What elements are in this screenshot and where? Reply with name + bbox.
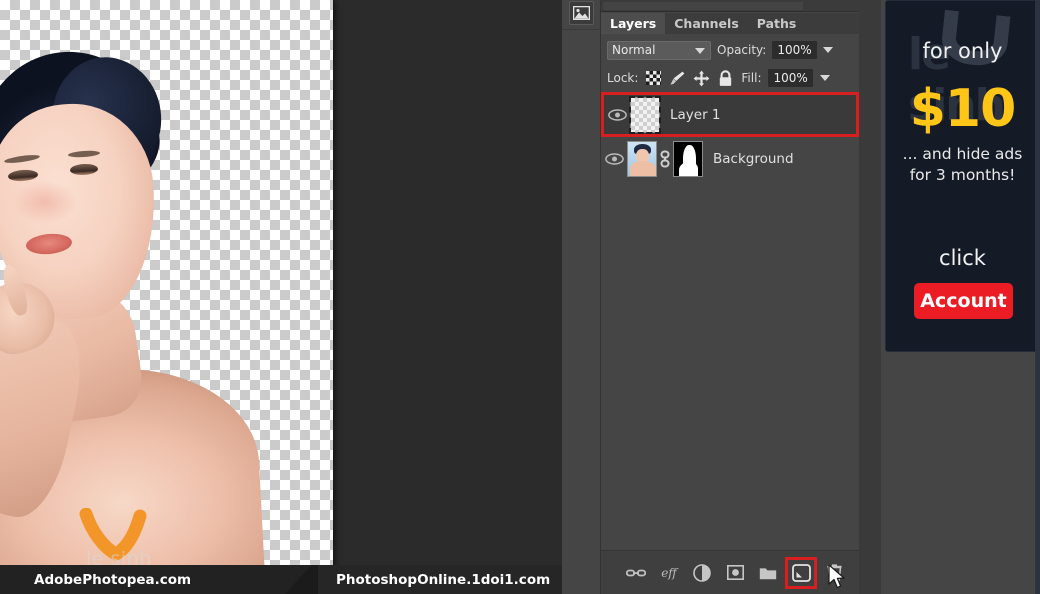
folder-icon xyxy=(759,567,777,579)
tab-layers[interactable]: Layers xyxy=(601,13,666,34)
eye-icon xyxy=(607,108,627,121)
adjustment-layer-button[interactable] xyxy=(691,562,713,584)
dock-tool-strip xyxy=(562,0,601,594)
subject-cheek xyxy=(12,180,78,224)
ad-line-2: ... and hide ads for 3 months! xyxy=(886,144,1039,186)
chevron-down-icon xyxy=(695,47,705,54)
tab-channels[interactable]: Channels xyxy=(665,13,748,34)
layer-thumbnail[interactable] xyxy=(629,95,661,134)
panel-tab-bar: Layers Channels Paths xyxy=(601,13,859,34)
layer-mask-thumbnail[interactable] xyxy=(673,141,703,177)
ad-click-label: click xyxy=(939,246,986,270)
layers-panel: Layers Channels Paths Normal Opacity: 10… xyxy=(601,0,859,594)
mask-shape-body xyxy=(679,162,698,176)
ad-price: $10 xyxy=(909,79,1017,139)
padlock-glyph xyxy=(720,69,732,86)
layer-visibility-toggle[interactable] xyxy=(601,137,627,181)
mask-icon xyxy=(726,565,744,580)
layers-footer-toolbar: eff xyxy=(601,550,859,594)
half-circle-icon xyxy=(693,563,711,582)
blend-mode-row: Normal Opacity: 100% xyxy=(601,38,859,62)
move-lock-icon[interactable] xyxy=(693,70,710,87)
rail-right-edge xyxy=(1035,0,1040,594)
app-window: le sinh AdobePhotopea.com PhotoshopOnlin… xyxy=(0,0,1040,594)
fill-chevron-down-icon[interactable] xyxy=(819,75,830,81)
table-row[interactable]: Layer 1 xyxy=(601,92,859,137)
rail-shadow-strip xyxy=(859,0,881,594)
brush-glyph xyxy=(670,71,685,85)
new-layer-button[interactable] xyxy=(785,556,817,589)
advertisement-panel[interactable]: le sinh for only $10 ... and hide ads fo… xyxy=(885,0,1040,352)
opacity-chevron-down-icon[interactable] xyxy=(822,47,833,53)
link-icon xyxy=(626,569,646,576)
layer-name-label: Background xyxy=(713,151,794,167)
new-layer-icon xyxy=(791,563,811,582)
fill-value[interactable]: 100% xyxy=(768,69,813,87)
history-panel-sliver[interactable] xyxy=(601,0,859,12)
watermark-banner-adobephotopea: AdobePhotopea.com xyxy=(0,565,312,594)
canvas-area[interactable]: le sinh AdobePhotopea.com PhotoshopOnlin… xyxy=(0,0,608,594)
right-rail: le sinh for only $10 ... and hide ads fo… xyxy=(859,0,1040,594)
thumbnail-body xyxy=(630,161,656,176)
mouse-cursor xyxy=(828,564,848,591)
ad-line-1: for only xyxy=(922,39,1003,63)
image-icon-glyph xyxy=(573,6,590,20)
eff-label: eff xyxy=(661,565,677,580)
lock-label: Lock: xyxy=(607,71,639,85)
ad-line-2b: for 3 months! xyxy=(909,165,1016,184)
blend-mode-select[interactable]: Normal xyxy=(607,40,711,60)
new-group-button[interactable] xyxy=(757,562,779,584)
cursor-arrow-icon xyxy=(828,564,845,589)
watermark-banner-row: AdobePhotopea.com PhotoshopOnline.1doi1.… xyxy=(0,565,608,594)
chain-link-glyph xyxy=(660,150,670,168)
portrait-subject-image xyxy=(0,43,266,569)
dock-divider xyxy=(562,29,601,30)
layer-name-label: Layer 1 xyxy=(670,106,721,123)
table-row[interactable]: Background xyxy=(601,137,859,181)
ad-line-2a: ... and hide ads xyxy=(902,145,1023,163)
link-icon[interactable] xyxy=(657,150,673,168)
move-arrows-glyph xyxy=(694,70,710,86)
lock-row: Lock: Fill: 100% xyxy=(601,66,859,90)
transparency-lock-glyph xyxy=(646,71,662,85)
image-icon[interactable] xyxy=(569,1,594,25)
layer-thumbnail[interactable] xyxy=(627,141,657,177)
lock-all-icon[interactable] xyxy=(717,69,734,87)
opacity-label: Opacity: xyxy=(717,43,767,57)
layer-styles-button[interactable]: eff xyxy=(658,562,680,584)
layer-visibility-toggle[interactable] xyxy=(604,95,630,134)
brush-lock-icon[interactable] xyxy=(669,70,686,87)
opacity-value[interactable]: 100% xyxy=(772,41,817,59)
tab-paths[interactable]: Paths xyxy=(748,13,806,34)
account-button[interactable]: Account xyxy=(914,283,1013,319)
fill-label: Fill: xyxy=(741,71,762,85)
layer-mask-button[interactable] xyxy=(724,562,746,584)
eye-icon xyxy=(604,153,624,165)
blend-mode-value: Normal xyxy=(612,43,656,57)
link-layers-button[interactable] xyxy=(625,562,647,584)
transparency-lock-icon[interactable] xyxy=(645,70,662,87)
document-canvas[interactable]: le sinh xyxy=(0,0,333,569)
